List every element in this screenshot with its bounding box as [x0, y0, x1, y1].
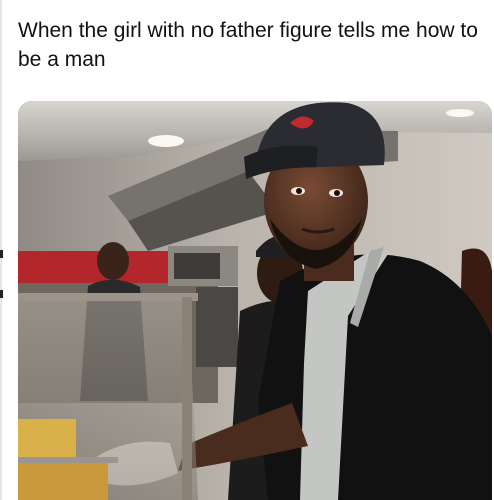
man-pupil [296, 188, 302, 194]
sneeze-guard-frame [18, 293, 198, 301]
equipment-stack [196, 287, 238, 367]
sneeze-guard-post [182, 297, 192, 500]
meme-photo[interactable] [18, 101, 492, 500]
meme-caption: When the girl with no father figure tell… [18, 19, 478, 71]
background-worker-head [97, 242, 129, 280]
meme-post: When the girl with no father figure tell… [0, 0, 494, 500]
man-pupil [334, 190, 340, 196]
ceiling-light [148, 135, 184, 147]
edge-marker [0, 250, 3, 258]
kitchen-scene-illustration [18, 101, 492, 500]
edge-marker [0, 290, 3, 298]
microwave-window [174, 253, 220, 279]
ceiling-light [446, 109, 474, 117]
man-shirt [258, 254, 492, 500]
food-tray [18, 419, 76, 459]
tray-rim [18, 457, 118, 463]
food-tray [18, 463, 108, 500]
